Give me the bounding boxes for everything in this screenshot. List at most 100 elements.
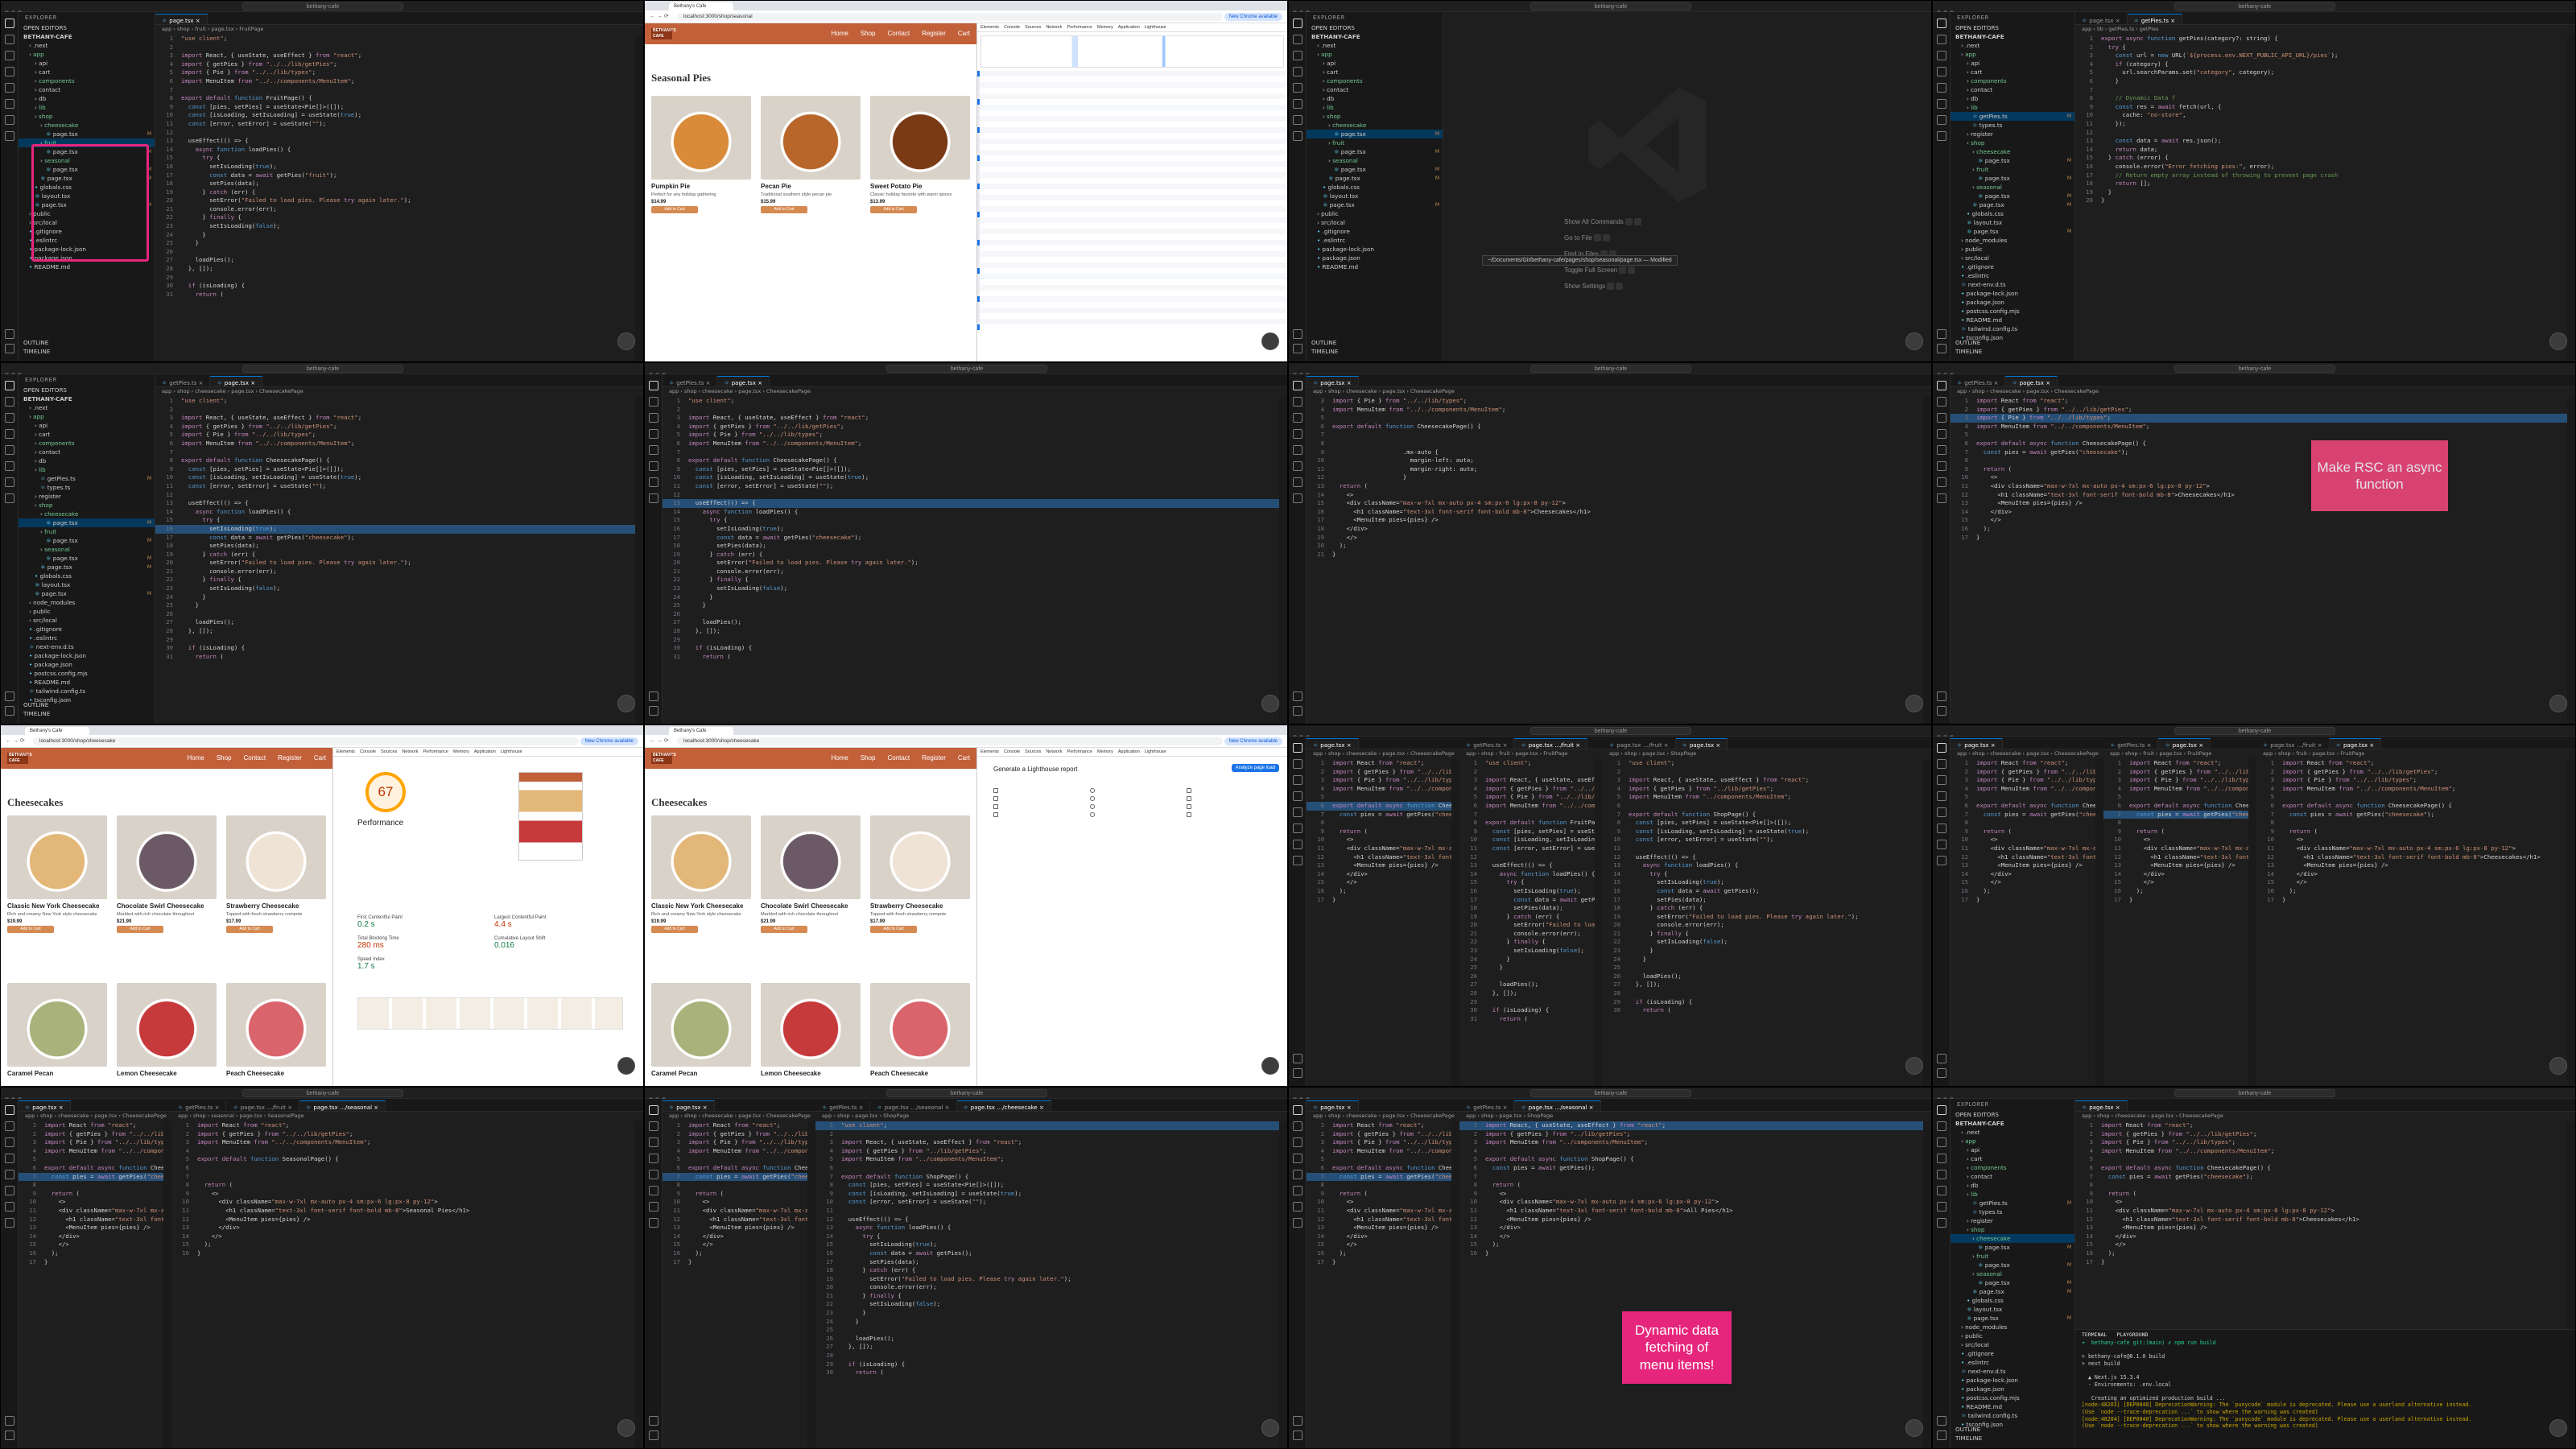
docker-icon[interactable]: [1937, 856, 1946, 865]
gear-icon[interactable]: [1937, 706, 1946, 716]
gear-icon[interactable]: [5, 1430, 14, 1440]
file-tree-item[interactable]: › api: [1951, 1146, 2074, 1154]
devtools-tab[interactable]: Sources: [381, 749, 397, 754]
menu-item-card[interactable]: Pecan Pie Traditional southern style peca…: [761, 96, 861, 213]
file-tree-item[interactable]: ⚛ page.tsx M: [1307, 147, 1443, 156]
breadcrumb[interactable]: app › shop › fruit › page.tsx › FruitPag…: [2103, 749, 2256, 758]
network-request-row[interactable]: [977, 155, 1287, 161]
nav-link[interactable]: Register: [922, 30, 946, 37]
file-tree-item[interactable]: › db: [1951, 1181, 2074, 1190]
nav-link[interactable]: Contact: [888, 30, 910, 37]
editor-tab[interactable]: ⚛ page.tsx ×: [19, 1100, 71, 1111]
account-icon[interactable]: [1937, 1416, 1946, 1426]
file-tree-item[interactable]: › contact: [1951, 85, 2074, 94]
files-icon[interactable]: [1937, 743, 1946, 753]
file-tree-item[interactable]: › api: [1307, 59, 1443, 68]
network-request-row[interactable]: [977, 71, 1287, 76]
file-tree-item[interactable]: • postcss.config.mjs: [1951, 307, 2074, 316]
close-icon[interactable]: ×: [1345, 380, 1352, 386]
account-icon[interactable]: [5, 1416, 14, 1426]
testing-icon[interactable]: [649, 477, 658, 487]
docker-icon[interactable]: [1293, 1218, 1302, 1228]
nav-link[interactable]: Home: [187, 754, 204, 762]
devtools-tab[interactable]: Sources: [1025, 749, 1041, 754]
editor-tab[interactable]: ⚛ page.tsx ×: [1307, 738, 1359, 749]
file-tree-item[interactable]: ⚛ getPies.ts M: [19, 474, 155, 483]
browser-tab[interactable]: Bethany's Cafe: [669, 727, 733, 735]
file-tree-item[interactable]: ⚛ page.tsx M: [1307, 130, 1443, 138]
network-request-row[interactable]: [977, 217, 1287, 223]
editor-tab[interactable]: ⚛ page.tsx ×: [2005, 376, 2058, 386]
extensions-icon[interactable]: [1937, 807, 1946, 817]
editor-tab[interactable]: ⚛ page.tsx ×: [663, 1100, 715, 1111]
nav-link[interactable]: Register: [278, 754, 302, 762]
breadcrumb[interactable]: app › shop › fruit › page.tsx › FruitPag…: [1459, 749, 1603, 758]
network-request-row[interactable]: [977, 110, 1287, 116]
code-editor[interactable]: 1 import React from "react"; 2 import { get…: [1307, 1121, 1451, 1448]
close-icon[interactable]: ×: [1587, 1104, 1594, 1111]
docker-icon[interactable]: [649, 493, 658, 503]
close-icon[interactable]: ×: [194, 18, 200, 24]
file-tree-item[interactable]: • globals.css: [1951, 209, 2074, 218]
file-tree-item[interactable]: › shop: [19, 501, 155, 510]
editor-tab[interactable]: ⚛ getPies.ts ×: [663, 377, 718, 386]
file-tree-item[interactable]: › .next: [1307, 41, 1443, 50]
panel-tab[interactable]: TERMINAL: [2082, 1331, 2107, 1338]
menu-item-card[interactable]: Peach Cheesecake: [226, 983, 326, 1078]
file-tree-item[interactable]: › db: [1951, 94, 2074, 103]
docker-icon[interactable]: [1293, 856, 1302, 865]
extensions-icon[interactable]: [1293, 1170, 1302, 1179]
devtools-tab[interactable]: Application: [474, 749, 496, 754]
open-editors-section[interactable]: OPEN EDITORS: [19, 23, 155, 32]
file-tree-item[interactable]: ⚛ page.tsx M: [19, 563, 155, 572]
network-request-row[interactable]: [977, 262, 1287, 268]
file-tree-item[interactable]: › fruit: [1951, 165, 2074, 174]
outline-section[interactable]: OUTLINE: [23, 700, 52, 709]
command-center[interactable]: bethany-cafe: [1530, 365, 1691, 373]
gear-icon[interactable]: [5, 344, 14, 353]
source-control-icon[interactable]: [1293, 51, 1302, 60]
file-tree-item[interactable]: • .eslintrc: [1307, 236, 1443, 245]
run-debug-icon[interactable]: [1293, 67, 1302, 76]
file-tree-item[interactable]: • README.md: [1951, 316, 2074, 324]
file-tree-item[interactable]: › db: [19, 94, 155, 103]
close-icon[interactable]: ×: [1662, 742, 1669, 749]
gear-icon[interactable]: [1937, 1430, 1946, 1440]
minimap[interactable]: [2567, 397, 2575, 724]
close-icon[interactable]: ×: [2044, 380, 2050, 386]
back-icon[interactable]: ← → ⟳: [650, 13, 669, 19]
remote-icon[interactable]: [1937, 824, 1946, 833]
devtools-tab[interactable]: Console: [1004, 749, 1020, 754]
nav-link[interactable]: Shop: [861, 30, 876, 37]
lighthouse-option[interactable]: [1090, 788, 1095, 793]
file-tree-item[interactable]: › components: [1951, 76, 2074, 85]
file-tree-item[interactable]: • .eslintrc: [1951, 271, 2074, 280]
file-tree-item[interactable]: ⚛ next-env.d.ts: [19, 642, 155, 651]
file-tree-item[interactable]: › src/local: [19, 616, 155, 625]
extensions-icon[interactable]: [649, 1170, 658, 1179]
devtools-tab[interactable]: Elements: [336, 749, 355, 754]
run-debug-icon[interactable]: [1937, 1154, 1946, 1163]
editor-tab[interactable]: ⚛ page.tsx ×: [1307, 1100, 1359, 1111]
network-request-row[interactable]: [977, 82, 1287, 88]
code-editor[interactable]: 1 import React from "react"; 2 import { get…: [1951, 759, 2095, 1086]
files-icon[interactable]: [1937, 381, 1946, 390]
file-tree-item[interactable]: › app: [1951, 50, 2074, 59]
file-tree-item[interactable]: ⚛ page.tsx M: [19, 554, 155, 563]
docker-icon[interactable]: [5, 131, 14, 141]
nav-link[interactable]: Contact: [244, 754, 266, 762]
search-icon[interactable]: [1293, 35, 1302, 44]
add-to-cart-button[interactable]: Add to Cart: [7, 925, 54, 933]
file-tree-item[interactable]: › src/local: [1951, 254, 2074, 262]
devtools-tab[interactable]: Memory: [1097, 25, 1113, 30]
network-request-row[interactable]: [977, 105, 1287, 110]
breadcrumb[interactable]: app › shop › cheesecake › page.tsx › Che…: [155, 387, 643, 396]
file-tree-item[interactable]: › register: [1951, 130, 2074, 138]
file-tree-item[interactable]: • .gitignore: [1951, 1349, 2074, 1358]
source-control-icon[interactable]: [5, 51, 14, 60]
file-tree-item[interactable]: › app: [19, 412, 155, 421]
add-to-cart-button[interactable]: Add to Cart: [870, 925, 917, 933]
add-to-cart-button[interactable]: Add to Cart: [761, 925, 807, 933]
extensions-icon[interactable]: [1293, 83, 1302, 93]
extensions-icon[interactable]: [5, 1170, 14, 1179]
